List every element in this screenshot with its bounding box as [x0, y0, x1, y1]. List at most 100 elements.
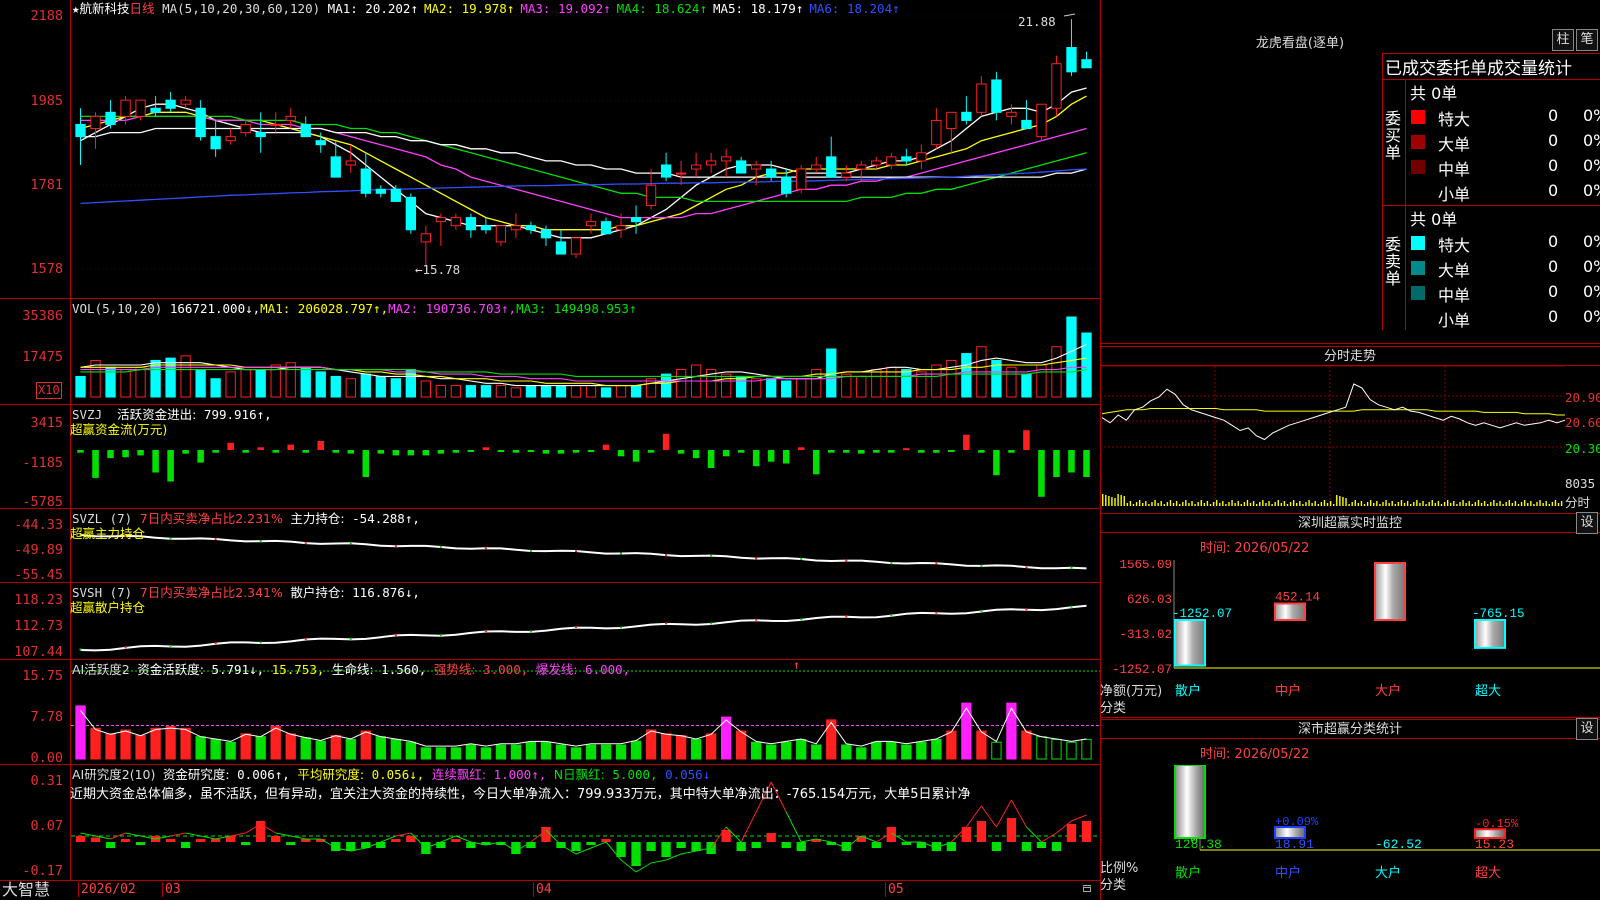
holding-dot — [710, 622, 713, 625]
vol-unit-badge[interactable]: X10 — [36, 382, 62, 399]
fenshi-price-line — [1101, 383, 1566, 441]
fenshi-chart[interactable] — [1100, 366, 1600, 508]
ai1-strong-label: 强势线: — [433, 662, 476, 677]
stats-settings-button[interactable]: 设 — [1576, 718, 1598, 740]
fenshi-volume — [1231, 500, 1233, 506]
svzj-text: 活跃资金进出: — [117, 407, 197, 422]
ai1-value2: 15.753, — [271, 662, 325, 677]
column-view-button[interactable]: 柱 — [1552, 29, 1574, 51]
fenshi-title[interactable]: 分时走势 — [1100, 346, 1600, 366]
volume-bar — [540, 385, 552, 398]
research-bar — [736, 842, 746, 851]
flow-bar — [482, 447, 490, 450]
fenshi-volume — [1496, 503, 1498, 506]
svzj-value: 799.916↑, — [203, 407, 272, 422]
candle — [390, 188, 401, 202]
fenshi-volume — [1446, 500, 1449, 506]
fenshi-volume — [1169, 500, 1172, 506]
fenshi-volume — [1413, 502, 1415, 506]
fenshi-volume — [1268, 501, 1270, 506]
fenshi-volume — [1274, 502, 1276, 506]
flow-bar — [903, 448, 910, 451]
holding-dot — [124, 646, 127, 649]
order-type: 小单 — [1438, 185, 1471, 204]
ma-value: MA1: 20.202↑ — [328, 1, 418, 16]
research-bar — [271, 836, 281, 842]
candle — [690, 164, 702, 170]
candle — [315, 140, 326, 146]
monitor-category: 大户 — [1375, 683, 1401, 699]
order-percent: 0% — [1583, 232, 1600, 251]
trade-view-button[interactable]: 笔 — [1576, 29, 1598, 51]
research-line — [1026, 826, 1042, 843]
fenshi-volume — [1480, 503, 1483, 506]
legend-swatch — [1411, 110, 1425, 124]
fenshi-volume — [1219, 503, 1221, 506]
vol-value: 166721.000↓, — [169, 301, 261, 316]
period-label[interactable]: 日线 — [130, 1, 155, 16]
brand-logo[interactable]: 大智慧 — [2, 880, 50, 900]
fenshi-volume — [1132, 504, 1135, 506]
activity-bar — [630, 740, 642, 760]
activity-bar — [345, 738, 356, 760]
activity-bar — [420, 747, 432, 760]
fenshi-volume — [1166, 502, 1169, 506]
stats-chart[interactable]: 7550250128.38散户+0.09%18.91中户-62.52大户-0.1… — [1100, 765, 1600, 900]
order-type: 特大 — [1438, 110, 1471, 129]
stock-name[interactable]: 航新科技 — [80, 1, 130, 16]
activity-bar — [1006, 702, 1017, 760]
fenshi-volume — [1323, 500, 1326, 506]
lock-icon[interactable] — [1083, 885, 1091, 892]
ai2-avg-label: 平均研究度: — [297, 767, 365, 782]
flow-bar — [647, 450, 655, 453]
flow-bar — [1023, 430, 1030, 450]
chart-area[interactable] — [0, 0, 1100, 900]
holding-dot — [665, 554, 668, 557]
candle — [555, 241, 567, 255]
fenshi-volume — [1342, 497, 1344, 506]
fenshi-volume — [1188, 503, 1190, 506]
volume-bar — [630, 385, 642, 398]
order-row: 小单 0 0% — [1408, 180, 1600, 204]
fenshi-volume — [1123, 496, 1125, 506]
volume-bar — [420, 380, 432, 398]
candle — [931, 119, 942, 146]
activity-bar — [375, 736, 386, 760]
monitor-chart[interactable]: 1565.09626.03-313.02-1252.07-1252.07散户45… — [1100, 560, 1600, 720]
research-bar — [586, 842, 596, 845]
fenshi-volume — [1246, 500, 1249, 506]
fenshi-volume — [1428, 502, 1430, 506]
research-bar — [75, 836, 86, 842]
holding-dot — [484, 547, 487, 550]
holding-dot — [439, 634, 442, 637]
candle — [420, 233, 432, 243]
flow-bar — [317, 441, 325, 450]
activity-bar — [841, 744, 852, 760]
fenshi-volume — [1354, 500, 1356, 506]
activity-bar — [1036, 736, 1047, 760]
fenshi-volume — [1333, 504, 1335, 506]
fenshi-volume — [1317, 504, 1319, 506]
svzl-axis-label: -49.89 — [14, 542, 63, 558]
flow-bar — [767, 450, 775, 462]
monitor-settings-button[interactable]: 设 — [1576, 512, 1598, 534]
volume-bar — [1066, 316, 1077, 398]
fenshi-volume — [1376, 501, 1378, 506]
ma-value: MA3: 19.092↑ — [520, 1, 610, 16]
flow-bar — [152, 450, 159, 473]
lhb-header: 已成交委托单成交量统计 — [1385, 59, 1572, 79]
candle — [465, 217, 477, 231]
order-row: 大单 0 0% — [1408, 130, 1600, 154]
fenshi-volume — [1487, 504, 1489, 506]
volume-bar — [660, 373, 672, 398]
order-type: 大单 — [1438, 135, 1471, 154]
fenshi-volume — [1530, 501, 1532, 506]
fenshi-axis-label: 20.90 — [1565, 390, 1600, 405]
ma-value-number: 18.179↑ — [743, 1, 804, 16]
price-axis-label: 2188 — [30, 8, 63, 24]
holding-dot — [169, 537, 172, 540]
activity-bar — [886, 741, 897, 760]
star-icon[interactable]: ★ — [72, 1, 80, 16]
candle — [826, 156, 837, 178]
flow-bar — [347, 450, 355, 454]
